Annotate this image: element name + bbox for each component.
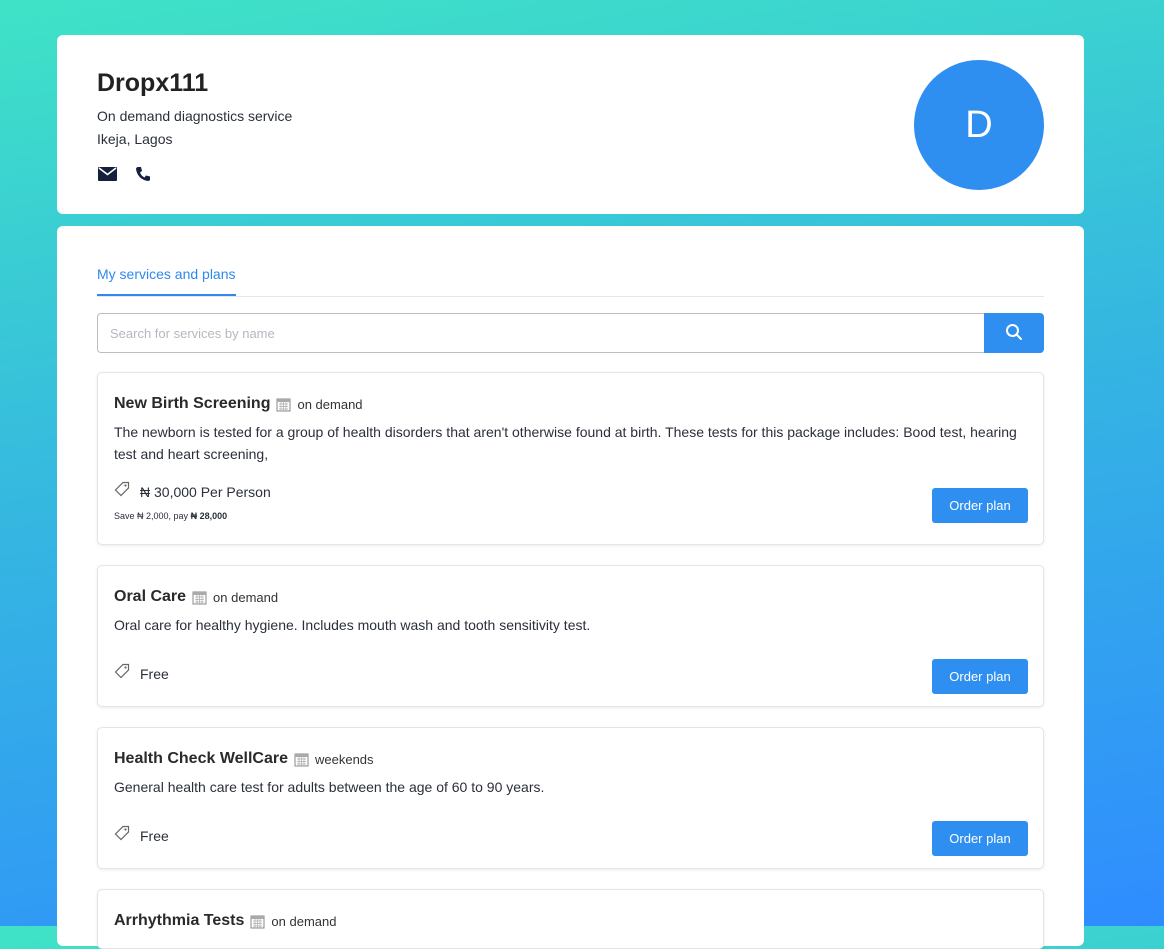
search-bar xyxy=(97,313,1044,353)
order-plan-button[interactable]: Order plan xyxy=(932,659,1028,694)
avatar: D xyxy=(914,60,1044,190)
contact-links xyxy=(97,165,1044,183)
service-title: Health Check WellCare xyxy=(114,750,288,767)
service-title: Arrhythmia Tests xyxy=(114,912,245,929)
service-description: General health care test for adults betw… xyxy=(114,779,545,795)
phone-icon[interactable] xyxy=(133,165,153,183)
profile-card: Dropx111 On demand diagnostics service I… xyxy=(57,35,1084,214)
order-plan-button[interactable]: Order plan xyxy=(932,488,1028,523)
tab-services-and-plans[interactable]: My services and plans xyxy=(97,266,236,296)
search-input[interactable] xyxy=(97,313,984,353)
service-schedule: on demand xyxy=(271,913,337,929)
service-title: New Birth Screening xyxy=(114,395,271,412)
search-icon xyxy=(1005,323,1023,344)
service-price: Free xyxy=(140,665,169,682)
tab-bar: My services and plans xyxy=(97,266,1044,297)
search-button[interactable] xyxy=(984,313,1044,353)
profile-name: Dropx111 xyxy=(97,69,209,97)
profile-location: Ikeja, Lagos xyxy=(97,131,173,147)
service-description: Oral care for healthy hygiene. Includes … xyxy=(114,617,591,633)
service-card: Arrhythmia Tests on demand xyxy=(97,889,1044,949)
savings-note: Save ₦ 2,000, pay ₦ 28,000 xyxy=(114,511,228,521)
price-tag-icon xyxy=(114,481,130,502)
service-schedule: on demand xyxy=(213,589,279,605)
services-card: My services and plans New Birth Screenin… xyxy=(57,226,1084,949)
calendar-icon xyxy=(192,590,207,605)
service-card: Health Check WellCare weekends General h… xyxy=(97,727,1044,869)
calendar-icon xyxy=(250,914,265,929)
price-tag-icon xyxy=(114,825,130,846)
service-price: ₦ 30,000 Per Person xyxy=(140,483,271,500)
service-schedule: on demand xyxy=(297,396,363,412)
profile-tagline: On demand diagnostics service xyxy=(97,108,293,124)
mail-icon[interactable] xyxy=(97,165,117,183)
service-price: Free xyxy=(140,827,169,844)
calendar-icon xyxy=(276,397,291,412)
service-title: Oral Care xyxy=(114,588,187,605)
service-schedule: weekends xyxy=(315,751,374,767)
price-tag-icon xyxy=(114,663,130,684)
service-card: Oral Care on demand Oral care for health… xyxy=(97,565,1044,707)
calendar-icon xyxy=(294,752,309,767)
order-plan-button[interactable]: Order plan xyxy=(932,821,1028,856)
service-description: The newborn is tested for a group of hea… xyxy=(114,424,1017,462)
service-card: New Birth Screening on demand The newbor… xyxy=(97,372,1044,545)
